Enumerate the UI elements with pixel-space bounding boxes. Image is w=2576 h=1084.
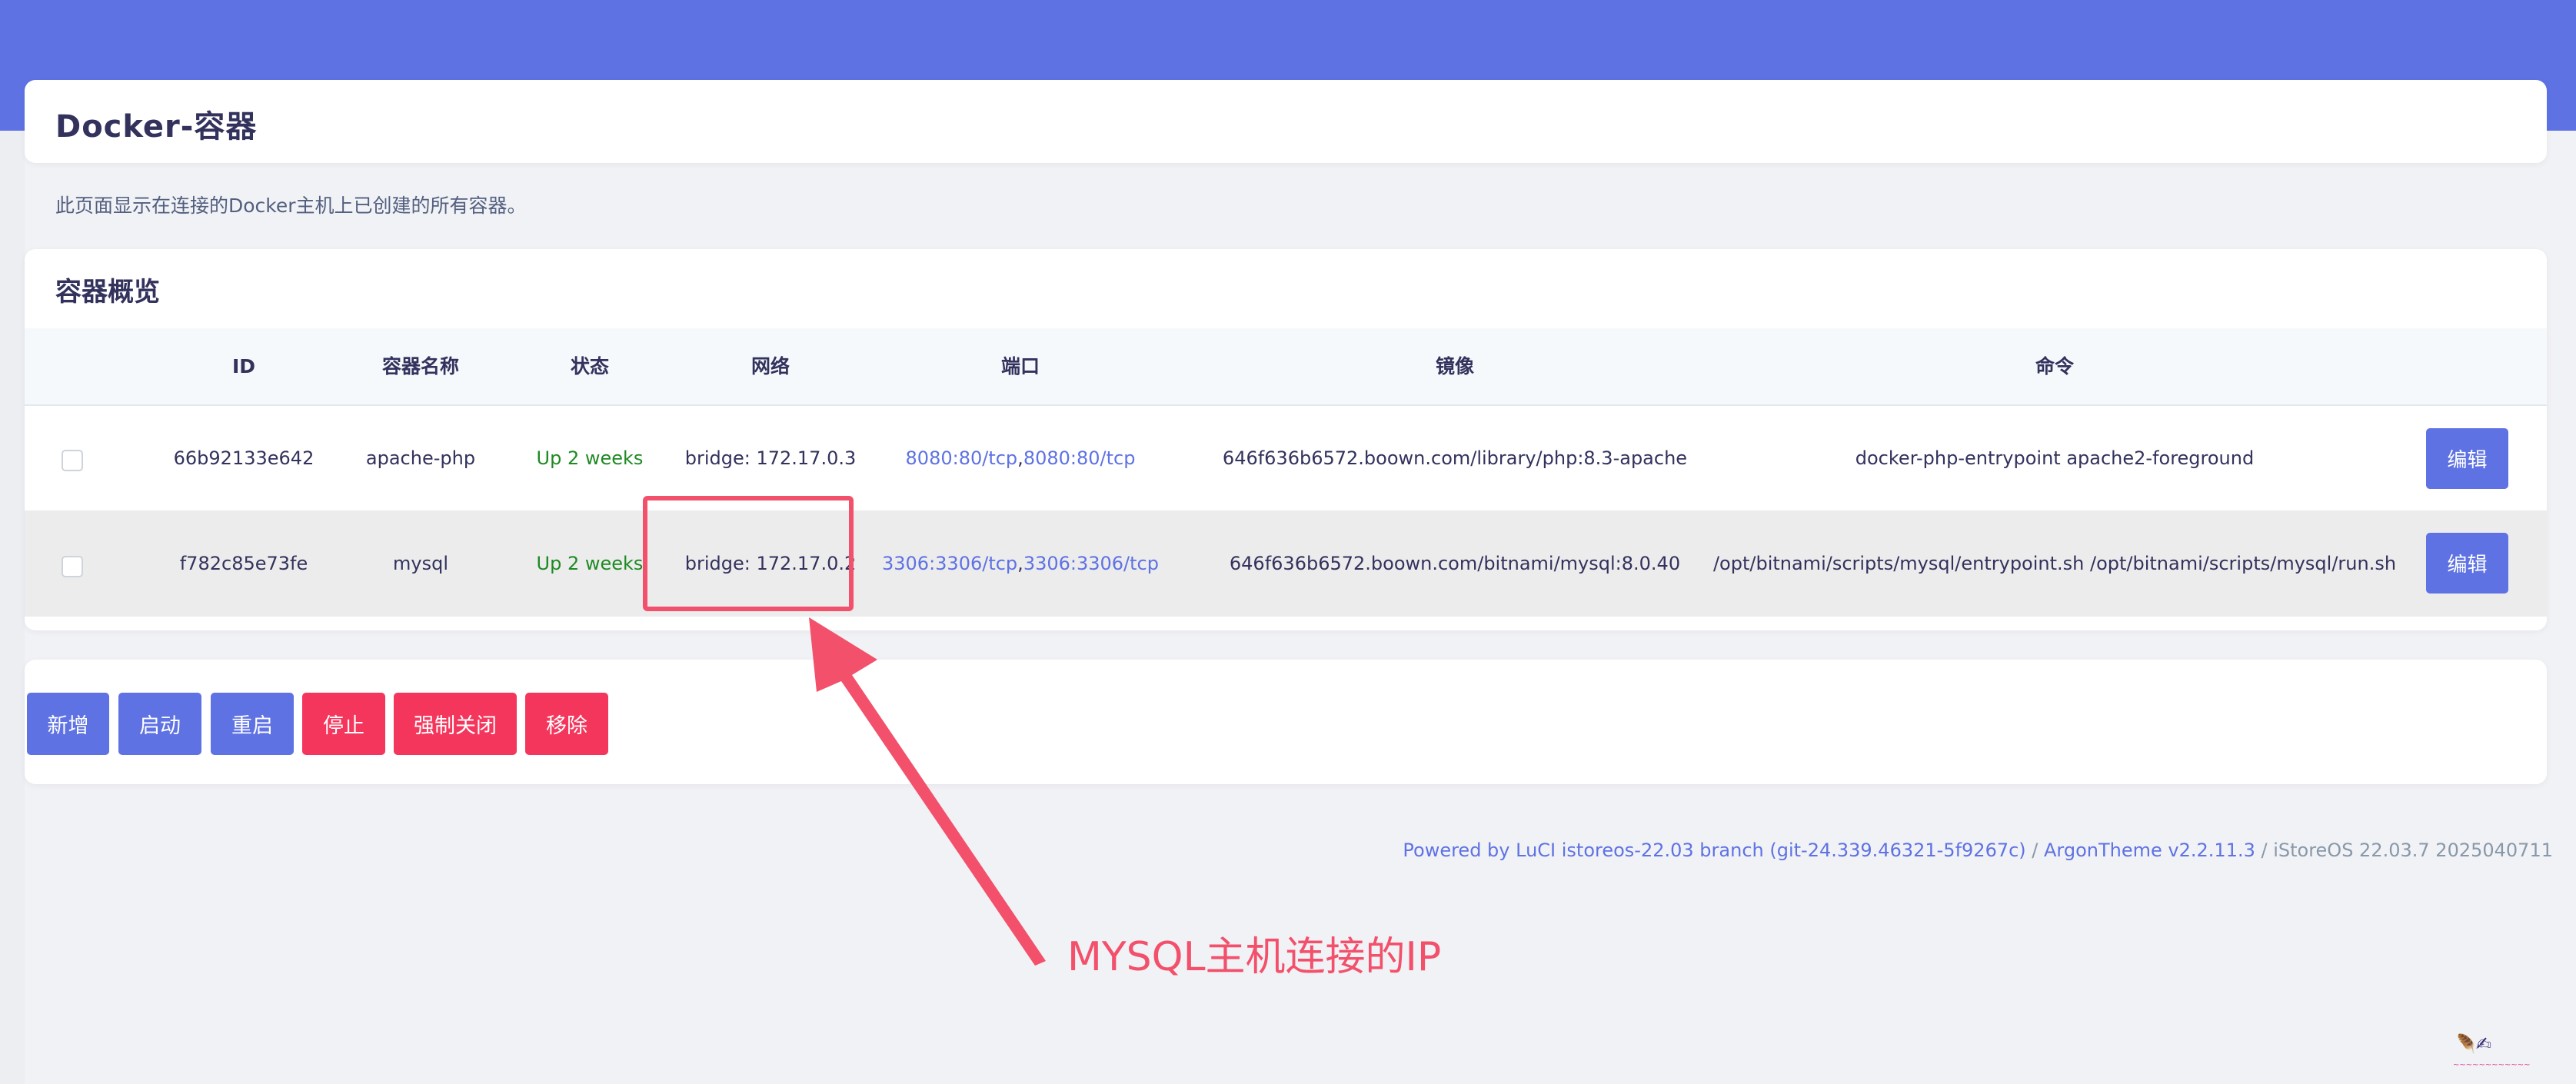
watermark-logo: 🪶✍ ~~~~~~~~~~~~ [2453, 1033, 2531, 1069]
annotation-text: MYSQL主机连接的IP [1067, 934, 1442, 980]
annotation-arrow-icon [809, 617, 1046, 966]
